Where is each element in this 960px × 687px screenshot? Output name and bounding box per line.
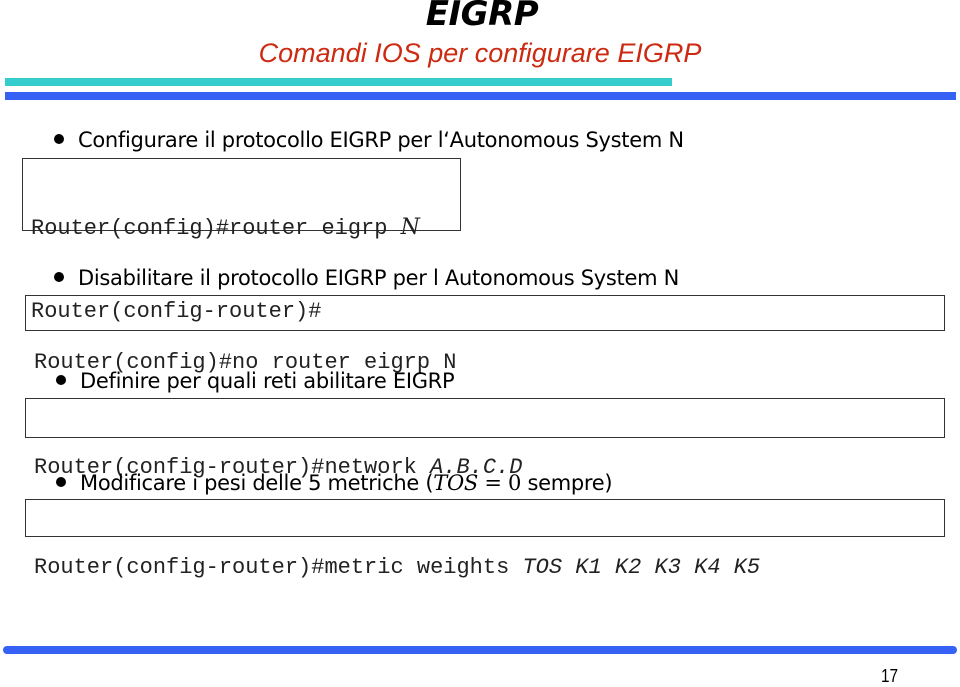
code-box-disable: Router(config)#no router eigrp N — [25, 295, 945, 375]
code-text: Router(config)#router eigrp — [31, 216, 401, 241]
code-box-configure: Router(config)#router eigrp N Router(con… — [22, 158, 461, 324]
bullet-configure: Configurare il protocollo EIGRP per l‘Au… — [54, 128, 684, 152]
bullet-text: Configurare il protocollo EIGRP per l‘Au… — [78, 128, 684, 152]
page-number: 17 — [880, 666, 898, 686]
bullet-dot-icon — [54, 272, 64, 282]
code-box-network: Router(config-router)#network A.B.C.D — [25, 398, 945, 480]
bullet-disable: Disabilitare il protocollo EIGRP per l A… — [54, 266, 679, 290]
bullet-text: Definire per quali reti abilitare EIGRP — [80, 369, 455, 393]
bullet-text-suffix: sempre) — [521, 471, 613, 495]
slide-title: EIGRP — [425, 0, 539, 34]
bullet-text: Disabilitare il protocollo EIGRP per l A… — [78, 266, 680, 290]
code-argument: N — [400, 215, 420, 240]
accent-bar-teal — [5, 78, 672, 86]
bullet-metric-weights: Modificare i pesi delle 5 metriche (TOS … — [56, 471, 613, 495]
footer-bar — [3, 646, 957, 654]
code-line: Router(config-router)#metric weights TOS… — [34, 550, 944, 586]
bullet-dot-icon — [54, 134, 64, 144]
bullet-math-equation: = 0 — [477, 471, 522, 495]
bullet-dot-icon — [56, 375, 66, 385]
bullet-math-variable: TOS — [433, 471, 478, 495]
code-box-metric: Router(config-router)#metric weights TOS… — [25, 499, 945, 580]
slide-subtitle: Comandi IOS per configurare EIGRP — [258, 38, 702, 68]
accent-bar-blue — [5, 92, 956, 100]
code-text: Router(config-router)#metric weights — [34, 555, 523, 580]
bullet-define-networks: Definire per quali reti abilitare EIGRP — [56, 369, 455, 393]
bullet-text: Modificare i pesi delle 5 metriche ( — [80, 471, 434, 495]
code-line: Router(config)#router eigrp N — [31, 211, 460, 245]
bullet-dot-icon — [56, 477, 66, 487]
code-argument: TOS K1 K2 K3 K4 K5 — [522, 555, 761, 580]
